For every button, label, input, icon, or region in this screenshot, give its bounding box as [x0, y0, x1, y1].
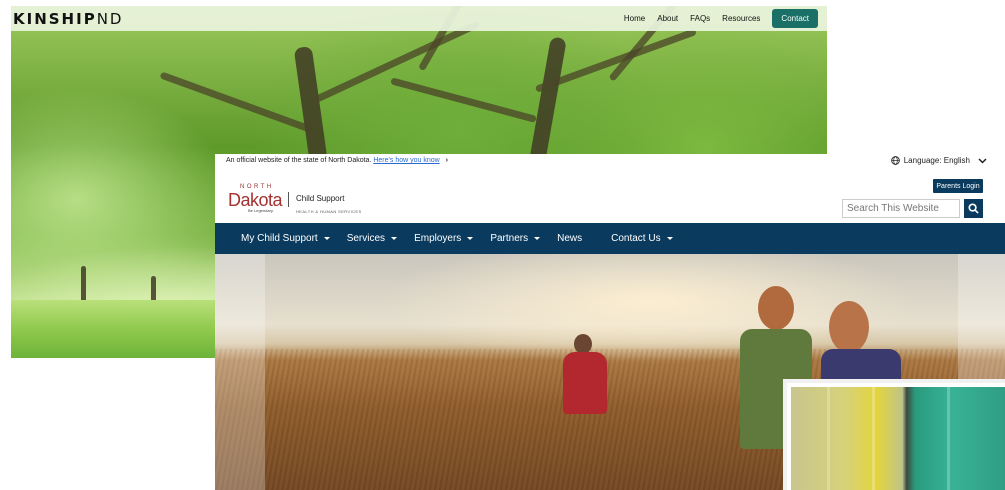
nav-label: Partners — [490, 233, 529, 244]
painted-wood-thumbnail — [783, 379, 1005, 490]
parents-login-button[interactable]: Parents Login — [933, 179, 983, 193]
contact-button[interactable]: Contact — [772, 9, 818, 28]
chevron-right-icon[interactable]: › — [446, 157, 448, 164]
paint-streak — [947, 387, 950, 490]
official-link[interactable]: Here's how you know — [373, 157, 439, 164]
kinship-header: KINSHIPND Home About FAQs Resources Cont… — [11, 6, 827, 31]
paint-streak — [872, 387, 875, 490]
nav-news[interactable]: News — [557, 233, 582, 244]
logo-thin-text: ND — [96, 9, 124, 28]
search-button[interactable] — [964, 199, 983, 218]
search-input[interactable] — [842, 199, 960, 218]
globe-icon — [890, 156, 900, 165]
nav-employers[interactable]: Employers — [414, 233, 474, 244]
painted-wood-image — [791, 387, 1005, 490]
official-banner: An official website of the state of Nort… — [226, 157, 448, 164]
logo-bold-text: KINSHIP — [13, 9, 97, 28]
nav-my-child-support[interactable]: My Child Support — [241, 233, 330, 244]
department-name: Child Support — [296, 194, 345, 203]
official-text: An official website of the state of Nort… — [226, 157, 372, 164]
nav-label: Services — [346, 233, 386, 244]
child-figure-red — [560, 332, 610, 432]
language-selector[interactable]: Language: English — [890, 156, 987, 165]
caret-down-icon — [391, 237, 398, 240]
kinship-logo[interactable]: KINSHIPND — [13, 10, 123, 28]
logo-tagline: Be Legendary. — [248, 208, 274, 213]
nav-label: My Child Support — [241, 233, 318, 244]
nav-label: Employers — [414, 233, 462, 244]
nav-resources[interactable]: Resources — [722, 14, 760, 23]
caret-down-icon — [467, 237, 474, 240]
paint-streak — [827, 387, 830, 490]
agency-name: HEALTH & HUMAN SERVICES — [296, 209, 362, 214]
nav-label: Contact Us — [611, 233, 661, 244]
nav-about[interactable]: About — [657, 14, 678, 23]
language-label: Language: English — [903, 156, 970, 165]
caret-down-icon — [666, 237, 673, 240]
nav-home[interactable]: Home — [624, 14, 645, 23]
caret-down-icon — [534, 237, 541, 240]
nav-services[interactable]: Services — [346, 233, 398, 244]
nav-contact-us[interactable]: Contact Us — [611, 233, 673, 244]
nav-faqs[interactable]: FAQs — [690, 14, 710, 23]
nav-partners[interactable]: Partners — [490, 233, 541, 244]
hero-left-overlay — [215, 254, 265, 490]
caret-down-icon — [323, 237, 330, 240]
logo-divider — [288, 192, 289, 207]
nav-label: News — [557, 233, 583, 244]
search-icon — [968, 203, 979, 214]
main-nav: My Child Support Services Employers Part… — [215, 223, 1005, 254]
chevron-down-icon — [978, 157, 987, 164]
kinship-nav: Home About FAQs Resources Contact — [624, 9, 818, 28]
